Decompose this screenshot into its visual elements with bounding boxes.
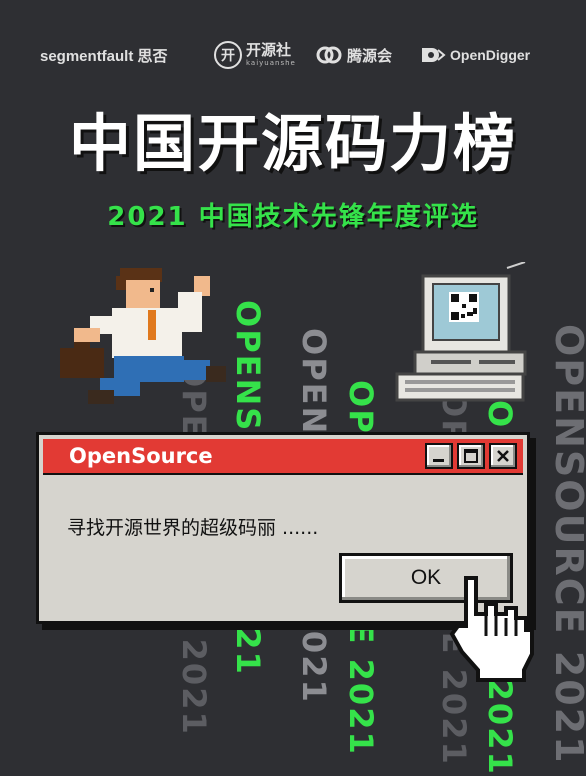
kaiyuanshe-logo-subtext: kaiyuanshe <box>246 59 296 67</box>
maximize-button[interactable] <box>457 443 485 469</box>
opendigger-logo-text: OpenDigger <box>450 47 531 63</box>
dialog-title-bar[interactable]: OpenSource <box>43 439 523 475</box>
opendigger-icon <box>422 48 446 62</box>
kaiyuanshe-logo-text: 开源社 <box>246 41 292 59</box>
minimize-icon <box>433 459 444 462</box>
segmentfault-logo-text: segmentfault 思否 <box>40 47 168 65</box>
kaiyuanshe-badge-icon: 开 <box>214 41 242 69</box>
close-icon <box>497 450 509 462</box>
pixel-runner-illustration <box>60 268 226 404</box>
page-subtitle: 2021 中国技术先锋年度评选 <box>107 202 479 232</box>
close-button[interactable] <box>489 443 517 469</box>
page-title: 中国开源码力榜 <box>68 107 517 180</box>
bg-text-col-7: OPENSOURCE 2021 <box>547 324 586 765</box>
tengyuanhui-icon <box>316 46 342 64</box>
dialog-message: 寻找开源世界的超级码丽 ...... <box>67 517 319 539</box>
opendigger-logo: OpenDigger <box>420 38 530 72</box>
segmentfault-logo: segmentfault 思否 <box>40 38 168 72</box>
dialog-title: OpenSource <box>69 444 213 468</box>
maximize-icon <box>464 449 478 463</box>
kaiyuanshe-logo: 开 开源社 kaiyuanshe <box>214 38 296 72</box>
tengyuanhui-logo-text: 腾源会 <box>347 46 393 65</box>
pixel-computer-illustration <box>395 262 527 402</box>
partner-logos: segmentfault 思否 开 开源社 kaiyuanshe 腾源会 Ope… <box>0 38 586 72</box>
minimize-button[interactable] <box>425 443 453 469</box>
tengyuanhui-logo: 腾源会 <box>316 38 392 72</box>
hand-cursor-icon <box>449 576 534 682</box>
